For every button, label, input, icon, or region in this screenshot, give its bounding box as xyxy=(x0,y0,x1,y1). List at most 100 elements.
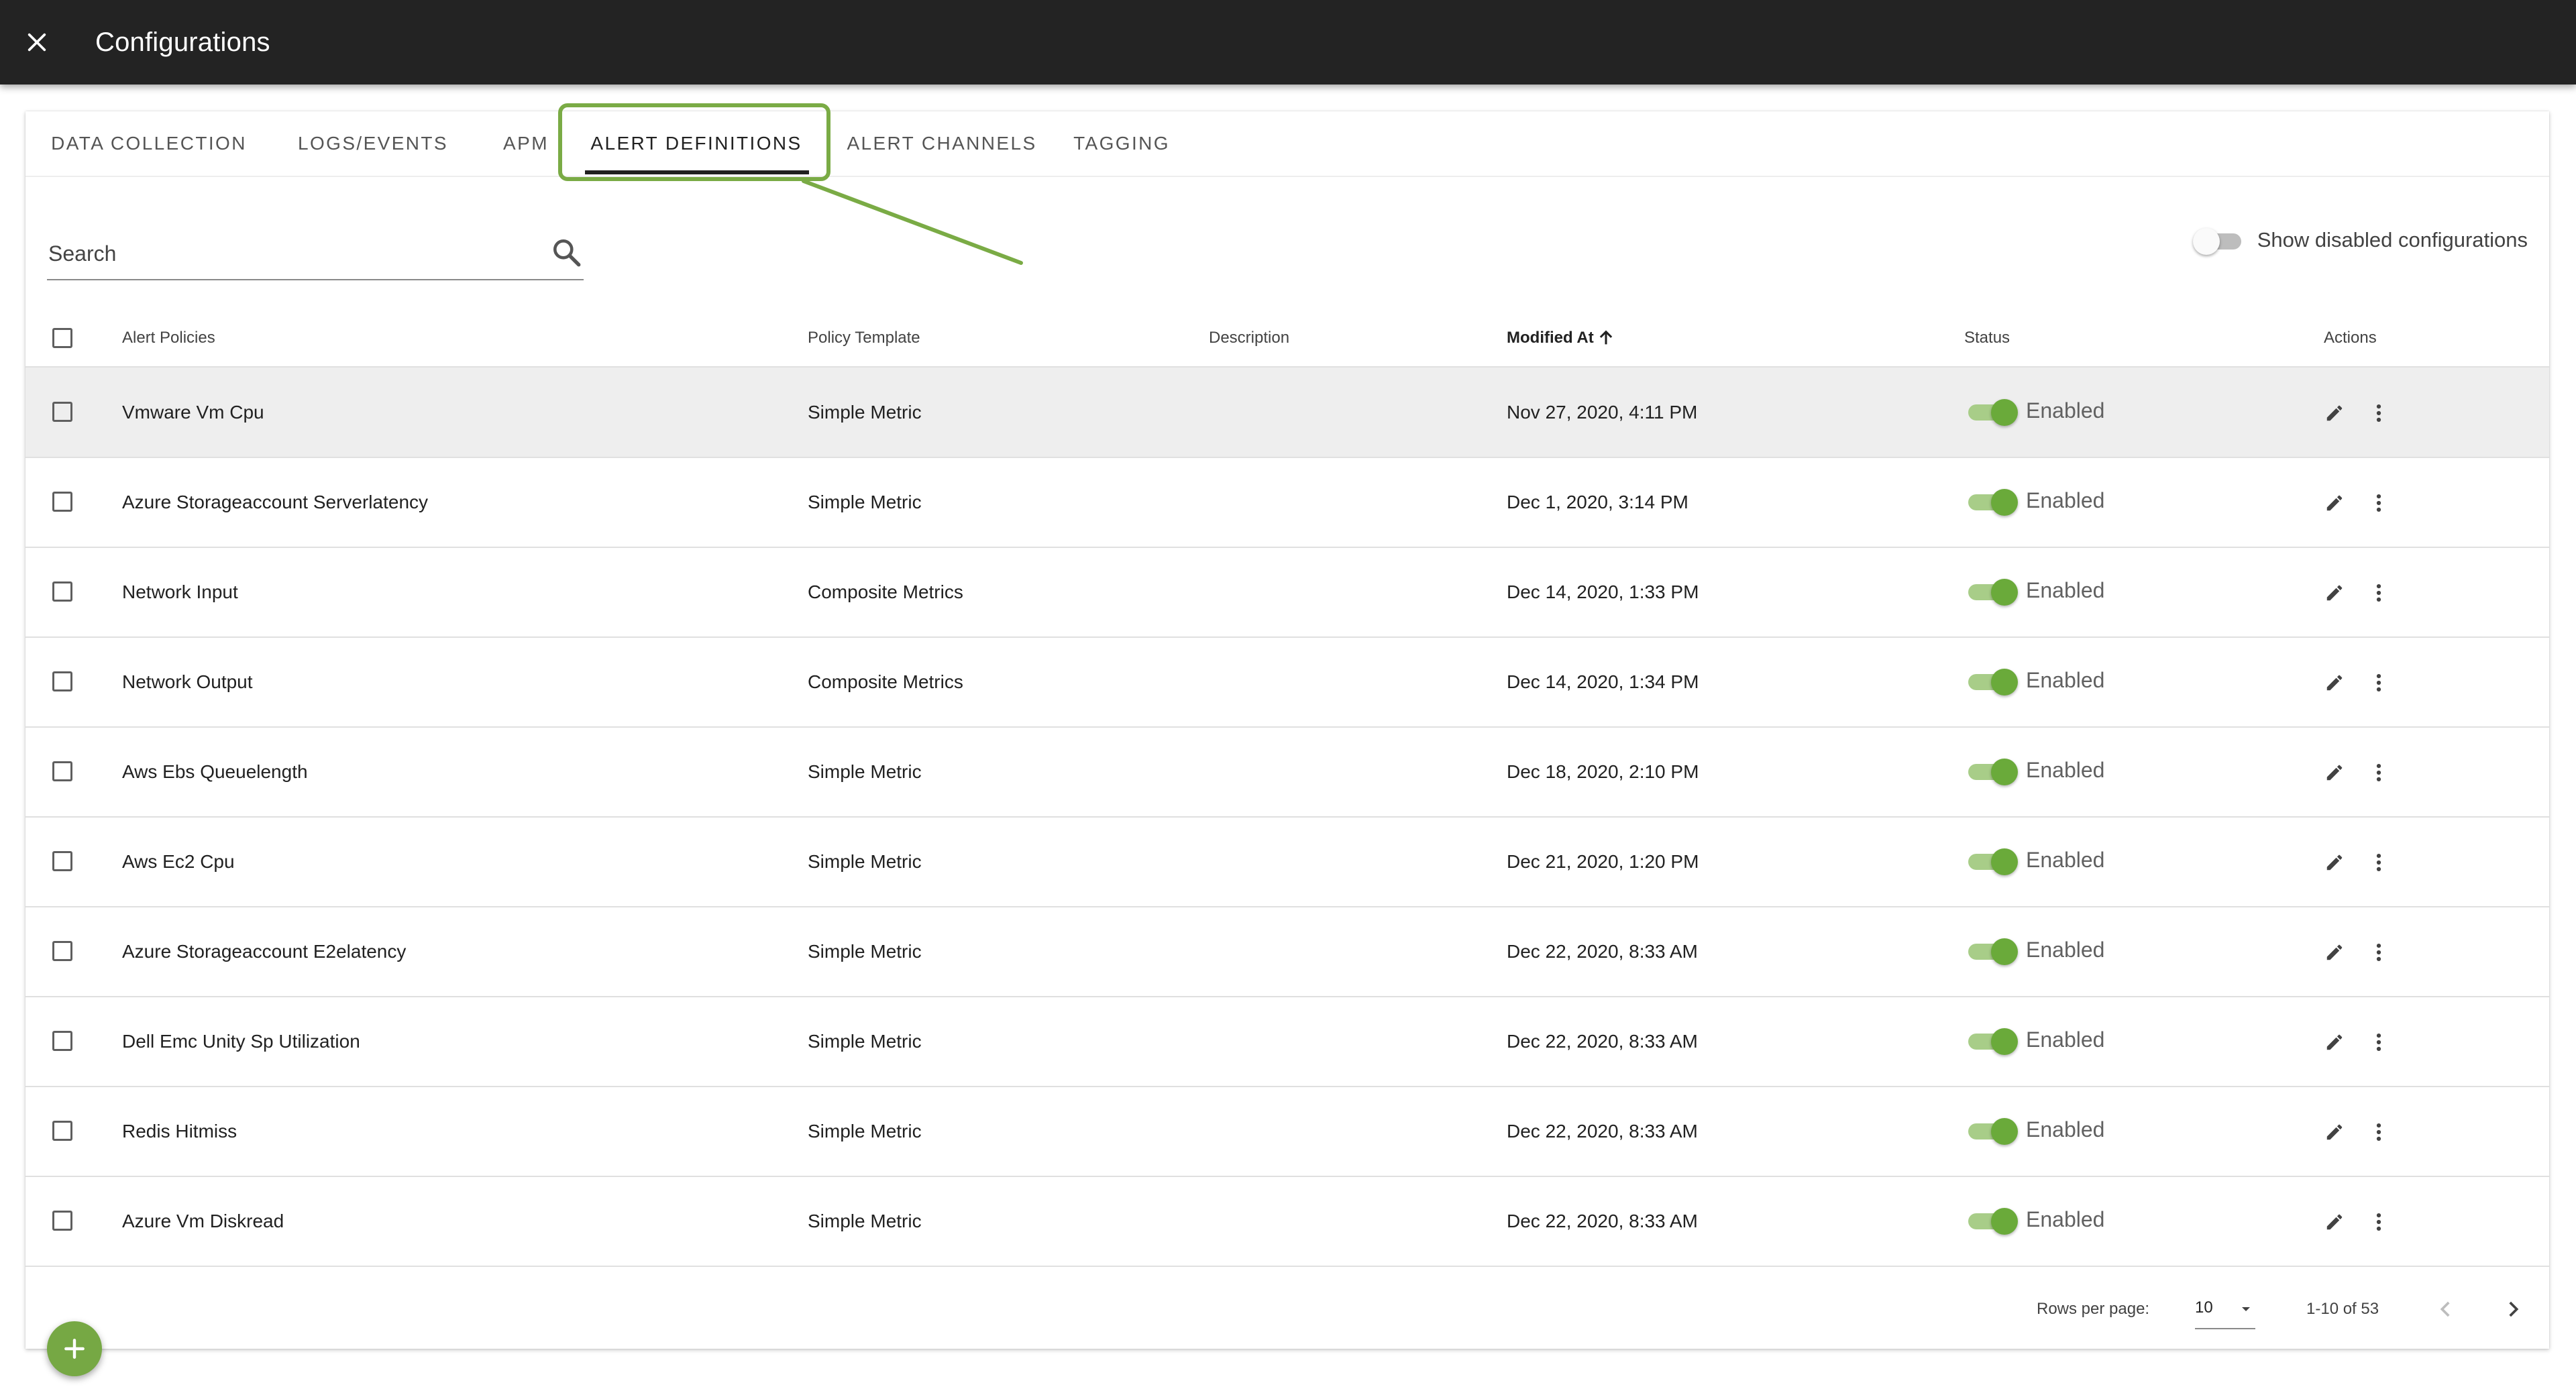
edit-button[interactable] xyxy=(2318,397,2351,429)
status-toggle[interactable] xyxy=(1966,755,2019,787)
policy-template: Simple Metric xyxy=(808,491,922,512)
toggle-thumb xyxy=(1991,579,2018,606)
search-input[interactable] xyxy=(47,229,519,278)
policy-template: Simple Metric xyxy=(808,940,922,962)
edit-button[interactable] xyxy=(2318,757,2351,789)
table-row[interactable]: Redis Hitmiss Simple Metric Dec 22, 2020, … xyxy=(25,1087,2549,1177)
tab-logs-events[interactable]: LOGS/EVENTS xyxy=(270,111,476,176)
pencil-icon xyxy=(2326,1124,2343,1140)
alert-policy-name: Redis Hitmiss xyxy=(122,1120,237,1142)
more-options-button[interactable] xyxy=(2363,667,2395,699)
status-toggle[interactable] xyxy=(1966,396,2019,428)
more-options-button[interactable] xyxy=(2363,757,2395,789)
more-vert-icon xyxy=(2376,494,2381,512)
tab-tagging[interactable]: TAGGING xyxy=(1041,111,1202,176)
table-row[interactable]: Azure Vm Diskread Simple Metric Dec 22, 20… xyxy=(25,1176,2549,1267)
more-vert-icon xyxy=(2376,404,2381,423)
table-row[interactable]: Aws Ec2 Cpu Simple Metric Dec 21, 2020, 1:… xyxy=(25,817,2549,907)
select-all-checkbox[interactable] xyxy=(52,328,72,348)
pencil-icon xyxy=(2326,944,2343,960)
edit-button[interactable] xyxy=(2318,487,2351,519)
row-checkbox[interactable] xyxy=(52,402,72,422)
edit-button[interactable] xyxy=(2318,936,2351,968)
pencil-icon xyxy=(2326,585,2343,601)
more-options-button[interactable] xyxy=(2363,936,2395,968)
tab-alert-definitions[interactable]: ALERT DEFINITIONS xyxy=(580,111,813,176)
policy-template: Simple Metric xyxy=(808,850,922,872)
more-options-button[interactable] xyxy=(2363,1026,2395,1058)
status-toggle[interactable] xyxy=(1966,1205,2019,1237)
more-options-button[interactable] xyxy=(2363,487,2395,519)
toggle-thumb xyxy=(1991,669,2018,696)
column-header-modified-at[interactable]: Modified At xyxy=(1507,310,1615,366)
more-options-button[interactable] xyxy=(2363,577,2395,609)
status-label: Enabled xyxy=(2026,938,2105,962)
table-row[interactable]: Network Output Composite Metrics Dec 14, 2… xyxy=(25,637,2549,728)
column-header-status[interactable]: Status xyxy=(1964,310,2010,366)
status-toggle[interactable] xyxy=(1966,935,2019,967)
previous-page-button[interactable] xyxy=(2424,1288,2467,1331)
column-header-description[interactable]: Description xyxy=(1209,310,1289,366)
toggle-thumb xyxy=(1991,759,2018,785)
close-button[interactable] xyxy=(0,0,74,85)
toggle-thumb xyxy=(1991,489,2018,516)
tab-alert-channels[interactable]: ALERT CHANNELS xyxy=(822,111,1061,176)
rows-per-page-label: Rows per page: xyxy=(2037,1300,2150,1318)
row-checkbox[interactable] xyxy=(52,941,72,961)
table-row[interactable]: Vmware Vm Cpu Simple Metric Nov 27, 2020, … xyxy=(25,368,2549,458)
row-checkbox[interactable] xyxy=(52,851,72,871)
modified-at: Dec 22, 2020, 8:33 AM xyxy=(1507,1210,1698,1231)
modified-at: Dec 22, 2020, 8:33 AM xyxy=(1507,1030,1698,1052)
status-toggle[interactable] xyxy=(1966,665,2019,698)
more-vert-icon xyxy=(2376,943,2381,962)
toggle-thumb xyxy=(1991,1208,2018,1235)
more-options-button[interactable] xyxy=(2363,846,2395,879)
row-checkbox[interactable] xyxy=(52,1031,72,1051)
tab-data-collection[interactable]: DATA COLLECTION xyxy=(48,111,250,176)
column-header-alert-policies[interactable]: Alert Policies xyxy=(122,310,215,366)
modified-at: Dec 14, 2020, 1:34 PM xyxy=(1507,671,1699,692)
toggle-thumb xyxy=(1991,399,2018,426)
edit-button[interactable] xyxy=(2318,846,2351,879)
column-header-policy-template[interactable]: Policy Template xyxy=(808,310,920,366)
table-row[interactable]: Network Input Composite Metrics Dec 14, 20… xyxy=(25,547,2549,638)
status-toggle[interactable] xyxy=(1966,1115,2019,1147)
next-page-button[interactable] xyxy=(2491,1288,2534,1331)
table-row[interactable]: Aws Ebs Queuelength Simple Metric Dec 18, … xyxy=(25,727,2549,818)
status-toggle[interactable] xyxy=(1966,1025,2019,1057)
more-vert-icon xyxy=(2376,673,2381,692)
tab-apm[interactable]: APM xyxy=(486,111,566,176)
status-toggle[interactable] xyxy=(1966,845,2019,877)
add-alert-definition-button[interactable] xyxy=(47,1321,102,1376)
row-checkbox[interactable] xyxy=(52,671,72,691)
plus-icon xyxy=(64,1339,85,1359)
configurations-card: DATA COLLECTION LOGS/EVENTS APM ALERT DE… xyxy=(25,103,2549,1349)
table-row[interactable]: Azure Storageaccount E2elatency Simple Me… xyxy=(25,907,2549,997)
rows-per-page-select[interactable]: 10 xyxy=(2195,1290,2255,1329)
table-row[interactable]: Azure Storageaccount Serverlatency Simple… xyxy=(25,457,2549,548)
policy-template: Composite Metrics xyxy=(808,671,963,692)
show-disabled-control: Show disabled configurations xyxy=(2192,219,2528,262)
status-toggle[interactable] xyxy=(1966,486,2019,518)
edit-button[interactable] xyxy=(2318,577,2351,609)
status-toggle[interactable] xyxy=(1966,575,2019,608)
pencil-icon xyxy=(2326,405,2343,421)
more-options-button[interactable] xyxy=(2363,397,2395,429)
edit-button[interactable] xyxy=(2318,667,2351,699)
app-bar: Configurations xyxy=(0,0,2576,85)
more-options-button[interactable] xyxy=(2363,1206,2395,1238)
more-vert-icon xyxy=(2376,1213,2381,1231)
edit-button[interactable] xyxy=(2318,1026,2351,1058)
search-icon[interactable] xyxy=(550,236,584,270)
edit-button[interactable] xyxy=(2318,1116,2351,1148)
table-row[interactable]: Dell Emc Unity Sp Utilization Simple Metr… xyxy=(25,997,2549,1087)
row-checkbox[interactable] xyxy=(52,1211,72,1231)
row-checkbox[interactable] xyxy=(52,1121,72,1141)
row-checkbox[interactable] xyxy=(52,492,72,512)
alert-policy-name: Dell Emc Unity Sp Utilization xyxy=(122,1030,360,1052)
more-options-button[interactable] xyxy=(2363,1116,2395,1148)
edit-button[interactable] xyxy=(2318,1206,2351,1238)
row-checkbox[interactable] xyxy=(52,581,72,602)
show-disabled-toggle[interactable] xyxy=(2192,224,2244,256)
row-checkbox[interactable] xyxy=(52,761,72,781)
